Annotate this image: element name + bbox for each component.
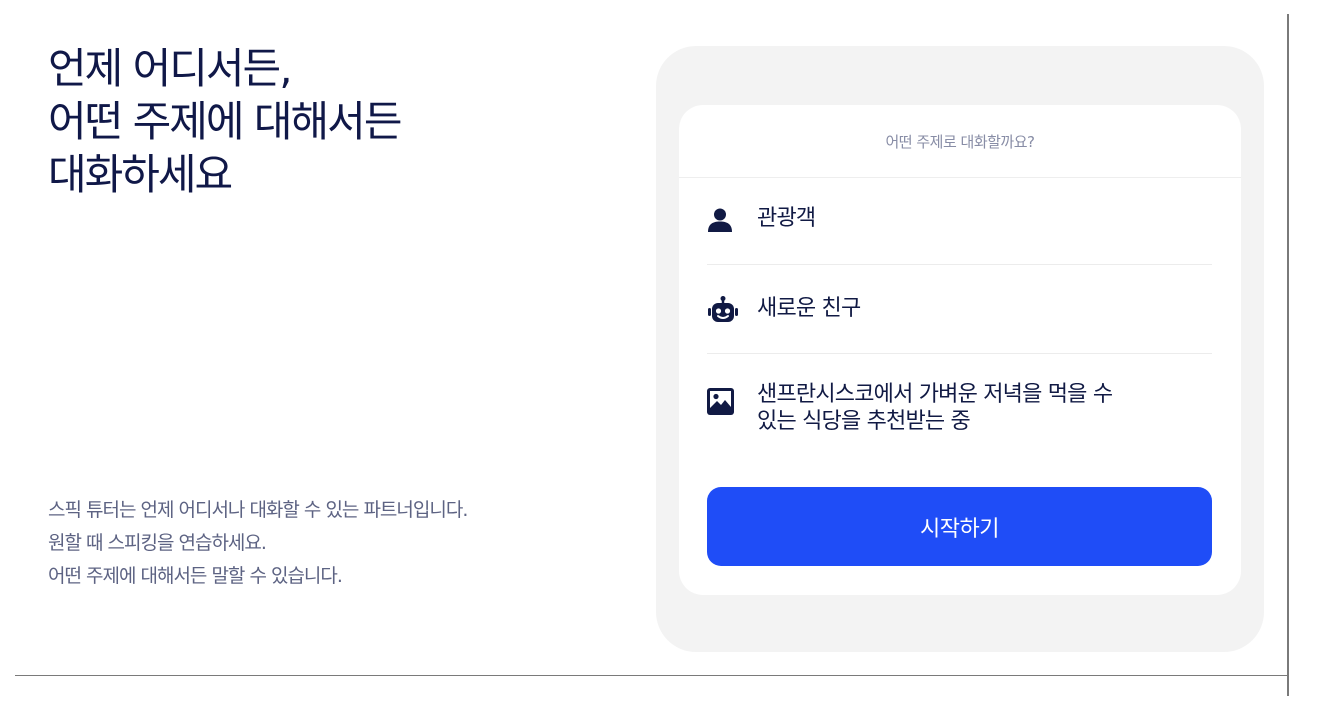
- hero-description-line: 스픽 튜터는 언제 어디서나 대화할 수 있는 파트너입니다.: [48, 499, 468, 521]
- topic-question: 어떤 주제로 대화할까요?: [679, 105, 1241, 178]
- image-icon: [707, 386, 741, 416]
- frame-border-bottom: [15, 675, 1289, 676]
- option-divider: [707, 264, 1212, 265]
- hero-description-line: 원할 때 스피킹을 연습하세요.: [48, 532, 267, 554]
- option-label: 샌프란시스코에서 가벼운 저녁을 먹을 수 있는 식당을 추천받는 중: [757, 381, 1113, 435]
- option-role-ai[interactable]: 새로운 친구: [707, 295, 1212, 325]
- start-button[interactable]: 시작하기: [707, 487, 1212, 566]
- hero-headline-line: 언제 어디서든,: [48, 44, 293, 93]
- option-divider: [707, 353, 1212, 354]
- user-icon: [707, 205, 741, 235]
- option-situation[interactable]: 샌프란시스코에서 가벼운 저녁을 먹을 수 있는 식당을 추천받는 중: [707, 381, 1212, 435]
- conversation-panel: 어떤 주제로 대화할까요? 관광객 새로운 친구 샌프란시스코에서 가벼운 저녁…: [656, 46, 1264, 652]
- option-label-line: 샌프란시스코에서 가벼운 저녁을 먹을 수: [757, 382, 1113, 407]
- page: 언제 어디서든, 어떤 주제에 대해서든 대화하세요 스픽 튜터는 언제 어디서…: [0, 0, 1322, 711]
- option-role-user[interactable]: 관광객: [707, 205, 1212, 235]
- robot-icon: [707, 295, 741, 325]
- hero-headline-line: 어떤 주제에 대해서든: [48, 97, 402, 146]
- option-label: 관광객: [757, 206, 816, 231]
- option-label: 새로운 친구: [757, 296, 861, 321]
- hero-headline: 언제 어디서든, 어떤 주제에 대해서든 대화하세요: [48, 42, 402, 201]
- hero-description-line: 어떤 주제에 대해서든 말할 수 있습니다.: [48, 565, 343, 587]
- hero-headline-line: 대화하세요: [48, 150, 233, 199]
- hero-description: 스픽 튜터는 언제 어디서나 대화할 수 있는 파트너입니다. 원할 때 스피킹…: [48, 494, 468, 593]
- topic-card: 어떤 주제로 대화할까요? 관광객 새로운 친구 샌프란시스코에서 가벼운 저녁…: [679, 105, 1241, 595]
- frame-border-right: [1287, 14, 1289, 696]
- option-label-line: 있는 식당을 추천받는 중: [757, 409, 971, 434]
